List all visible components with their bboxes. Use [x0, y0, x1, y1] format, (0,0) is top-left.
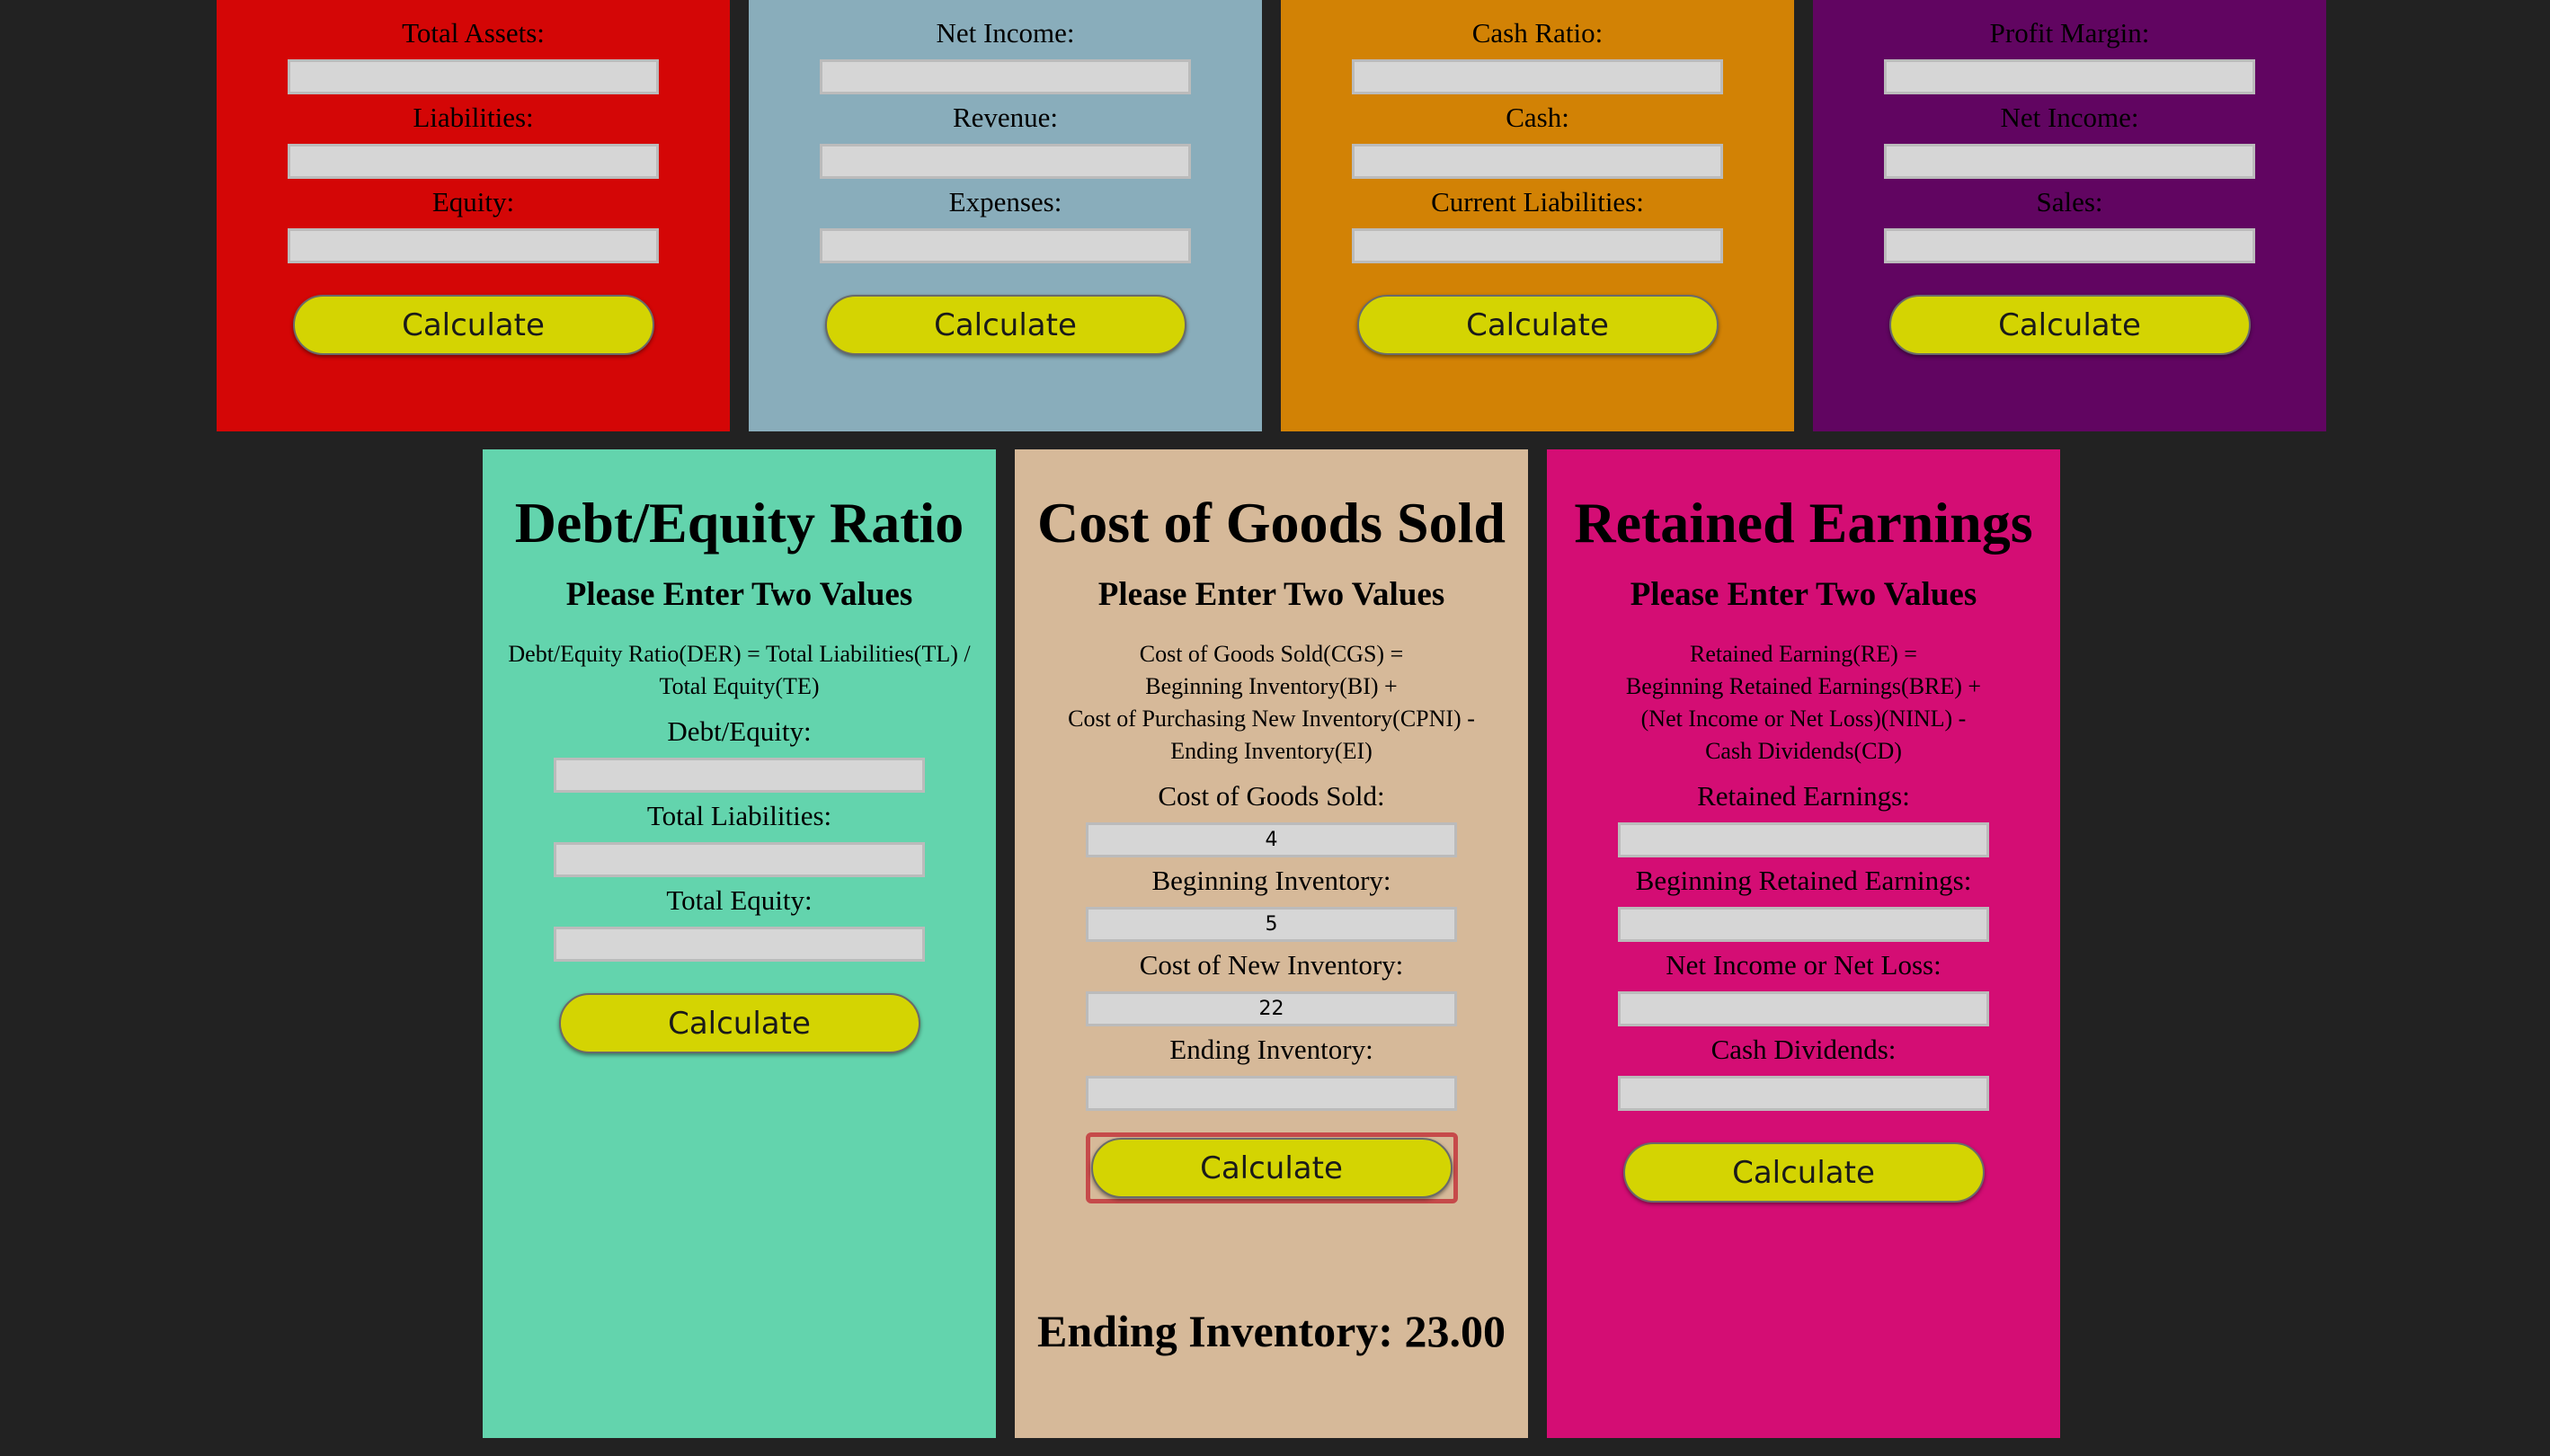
liabilities-label: Liabilities: — [413, 102, 534, 133]
formula-line: Beginning Inventory(BI) + — [1145, 673, 1398, 699]
formula-line: (Net Income or Net Loss)(NINL) - — [1640, 706, 1967, 732]
equity-input[interactable] — [288, 228, 659, 263]
equity-label: Equity: — [431, 186, 515, 218]
cost-of-new-inventory-input[interactable] — [1086, 991, 1457, 1026]
formula-line: Debt/Equity Ratio(DER) = Total Liabiliti… — [508, 641, 971, 667]
retained-earnings-card: Retained Earnings Please Enter Two Value… — [1547, 449, 2060, 1438]
debt-equity-input[interactable] — [554, 758, 925, 793]
total-liabilities-input[interactable] — [554, 842, 925, 877]
profit-margin-input[interactable] — [1884, 59, 2255, 94]
cost-of-goods-sold-input[interactable] — [1086, 822, 1457, 857]
formula-text: Cost of Goods Sold(CGS) = Beginning Inve… — [1015, 638, 1528, 768]
formula-line: Total Equity(TE) — [659, 673, 820, 699]
cash-ratio-input[interactable] — [1352, 59, 1723, 94]
cash-input[interactable] — [1352, 144, 1723, 179]
net-income-label: Net Income: — [936, 17, 1075, 49]
liabilities-input[interactable] — [288, 144, 659, 179]
calculate-button[interactable]: Calculate — [558, 993, 920, 1053]
beginning-retained-earnings-label: Beginning Retained Earnings: — [1635, 865, 1972, 896]
formula-text: Debt/Equity Ratio(DER) = Total Liabiliti… — [483, 638, 996, 703]
cost-of-goods-sold-label: Cost of Goods Sold: — [1158, 780, 1385, 812]
cash-ratio-calculator-card: Cash Ratio: Cash: Current Liabilities: C… — [1281, 0, 1794, 431]
net-income-input[interactable] — [820, 59, 1191, 94]
calculate-button[interactable]: Calculate — [1356, 295, 1719, 355]
ending-inventory-label: Ending Inventory: — [1169, 1034, 1373, 1065]
current-liabilities-label: Current Liabilities: — [1431, 186, 1644, 218]
formula-line: Cost of Goods Sold(CGS) = — [1139, 641, 1404, 667]
cash-dividends-label: Cash Dividends: — [1710, 1034, 1897, 1065]
card-subtitle: Please Enter Two Values — [565, 576, 913, 613]
expenses-label: Expenses: — [948, 186, 1062, 218]
calculate-button[interactable]: Calculate — [1090, 1138, 1453, 1198]
cash-ratio-label: Cash Ratio: — [1471, 17, 1604, 49]
calculate-button[interactable]: Calculate — [824, 295, 1186, 355]
revenue-input[interactable] — [820, 144, 1191, 179]
profit-margin-calculator-card: Profit Margin: Net Income: Sales: Calcul… — [1813, 0, 2326, 431]
net-income-or-loss-input[interactable] — [1618, 991, 1989, 1026]
total-assets-label: Total Assets: — [402, 17, 545, 49]
net-income-or-loss-label: Net Income or Net Loss: — [1666, 949, 1941, 981]
profit-margin-label: Profit Margin: — [1989, 17, 2150, 49]
result-text: Ending Inventory: 23.00 — [1037, 1306, 1506, 1356]
formula-line: Cost of Purchasing New Inventory(CPNI) - — [1068, 706, 1475, 732]
calculate-button[interactable]: Calculate — [292, 295, 654, 355]
total-equity-label: Total Equity: — [666, 884, 813, 916]
formula-line: Beginning Retained Earnings(BRE) + — [1625, 673, 1982, 699]
card-subtitle: Please Enter Two Values — [1097, 576, 1445, 613]
expenses-input[interactable] — [820, 228, 1191, 263]
retained-earnings-input[interactable] — [1618, 822, 1989, 857]
total-equity-input[interactable] — [554, 927, 925, 962]
revenue-label: Revenue: — [952, 102, 1059, 133]
calculator-page: Total Assets: Liabilities: Equity: Calcu… — [0, 0, 2550, 1456]
sales-input[interactable] — [1884, 228, 2255, 263]
current-liabilities-input[interactable] — [1352, 228, 1723, 263]
calculate-button[interactable]: Calculate — [1888, 295, 2251, 355]
card-subtitle: Please Enter Two Values — [1630, 576, 1977, 613]
beginning-inventory-label: Beginning Inventory: — [1151, 865, 1391, 896]
formula-text: Retained Earning(RE) = Beginning Retaine… — [1547, 638, 2060, 768]
net-income-calculator-card: Net Income: Revenue: Expenses: Calculate — [749, 0, 1262, 431]
debt-equity-card: Debt/Equity Ratio Please Enter Two Value… — [483, 449, 996, 1438]
beginning-inventory-input[interactable] — [1086, 907, 1457, 942]
formula-line: Ending Inventory(EI) — [1170, 738, 1373, 764]
cost-of-new-inventory-label: Cost of New Inventory: — [1139, 949, 1404, 981]
formula-line: Cash Dividends(CD) — [1705, 738, 1902, 764]
cash-dividends-input[interactable] — [1618, 1076, 1989, 1111]
debt-equity-label: Debt/Equity: — [667, 715, 812, 747]
card-title: Cost of Goods Sold — [1037, 491, 1506, 555]
card-title: Debt/Equity Ratio — [514, 491, 964, 555]
ending-inventory-input[interactable] — [1086, 1076, 1457, 1111]
cash-label: Cash: — [1506, 102, 1569, 133]
total-liabilities-label: Total Liabilities: — [646, 800, 832, 831]
formula-line: Retained Earning(RE) = — [1690, 641, 1917, 667]
calculate-button[interactable]: Calculate — [1622, 1142, 1985, 1203]
sales-label: Sales: — [2036, 186, 2103, 218]
net-income-input[interactable] — [1884, 144, 2255, 179]
retained-earnings-label: Retained Earnings: — [1697, 780, 1910, 812]
focus-ring: Calculate — [1085, 1132, 1458, 1203]
cost-of-goods-sold-card: Cost of Goods Sold Please Enter Two Valu… — [1015, 449, 1528, 1438]
total-assets-input[interactable] — [288, 59, 659, 94]
beginning-retained-earnings-input[interactable] — [1618, 907, 1989, 942]
card-title: Retained Earnings — [1574, 491, 2033, 555]
assets-calculator-card: Total Assets: Liabilities: Equity: Calcu… — [217, 0, 730, 431]
focused-button-wrapper: Calculate — [1015, 1132, 1528, 1203]
net-income-label: Net Income: — [2000, 102, 2139, 133]
